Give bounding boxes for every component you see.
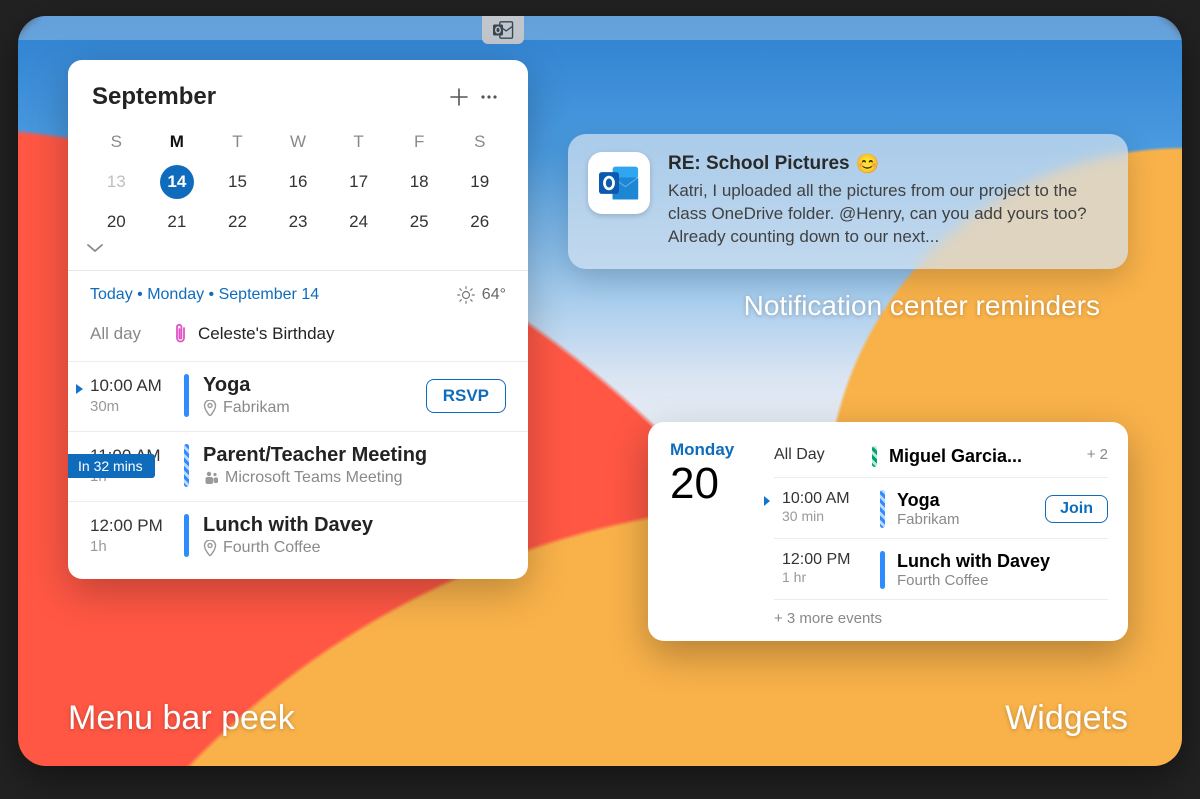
calendar-day[interactable]: 22 (207, 202, 268, 242)
plus-icon (449, 87, 469, 107)
smile-emoji-icon: 😊 (856, 152, 880, 176)
calendar-peek-panel: September SMTWTFS 1314151617181920212223… (68, 60, 528, 579)
widget-event-duration: 30 min (782, 508, 868, 524)
next-event-countdown: In 32 mins (68, 454, 155, 478)
calendar-dow: T (328, 122, 389, 162)
calendar-day[interactable]: 24 (328, 202, 389, 242)
ellipsis-icon (479, 87, 499, 107)
event-subtitle: Fabrikam (203, 399, 426, 417)
calendar-day[interactable]: 25 (389, 202, 450, 242)
calendar-widget[interactable]: Monday 20 All Day Miguel Garcia... + 2 10:0… (648, 422, 1128, 641)
widget-event-title: Miguel Garcia... (889, 446, 1075, 467)
sun-icon (456, 285, 476, 305)
widget-allday-label: All Day (774, 446, 860, 464)
calendar-dow: F (389, 122, 450, 162)
notification-title: RE: School Pictures (668, 153, 850, 175)
event-duration: 30m (90, 398, 184, 415)
widget-more-events[interactable]: + 3 more events (774, 599, 1108, 627)
calendar-day[interactable]: 21 (147, 202, 208, 242)
summary-date: Today • Monday • September 14 (90, 286, 319, 304)
calendar-day[interactable]: 17 (328, 162, 389, 202)
calendar-dow: S (449, 122, 510, 162)
widget-day-of-week: Monday (670, 440, 756, 460)
widget-event-subtitle: Fourth Coffee (897, 572, 1108, 589)
calendar-day[interactable]: 19 (449, 162, 510, 202)
widget-allday-more[interactable]: + 2 (1087, 446, 1108, 463)
event-duration: 1h (90, 538, 184, 555)
current-time-indicator-icon (76, 384, 83, 394)
event-time: 10:00 AM (90, 376, 184, 396)
location-icon (203, 540, 217, 556)
event-subtitle: Fourth Coffee (203, 539, 506, 557)
teams-icon (203, 471, 219, 485)
chevron-down-icon (86, 242, 104, 254)
widget-allday-row[interactable]: All Day Miguel Garcia... + 2 (774, 440, 1108, 477)
widget-event-subtitle: Fabrikam (897, 511, 1033, 528)
calendar-day[interactable]: 20 (86, 202, 147, 242)
event-time: 12:00 PM (90, 516, 184, 536)
menu-bar (18, 16, 1182, 40)
notification-body: Katri, I uploaded all the pictures from … (668, 180, 1106, 249)
widget-event-time: 12:00 PM (782, 551, 868, 569)
event-color-bar (184, 444, 189, 487)
current-time-indicator-icon (764, 496, 770, 506)
event-title: Yoga (203, 374, 426, 397)
allday-label: All day (90, 324, 174, 344)
mini-calendar: SMTWTFS 1314151617181920212223242526 (68, 122, 528, 270)
allday-event-title[interactable]: Celeste's Birthday (198, 324, 334, 344)
expand-calendar-button[interactable] (86, 242, 510, 264)
caption-menu-bar-peek: Menu bar peek (68, 699, 295, 738)
weather[interactable]: 64° (456, 285, 506, 305)
widget-event-row[interactable]: 12:00 PM1 hr Lunch with DaveyFourth Coffe… (774, 538, 1108, 599)
peek-month-title: September (92, 83, 444, 111)
event-title: Lunch with Davey (203, 514, 506, 537)
outlook-icon (597, 163, 641, 203)
calendar-day[interactable]: 26 (449, 202, 510, 242)
widget-event-row[interactable]: 10:00 AM30 min YogaFabrikam Join (774, 477, 1108, 538)
location-icon (203, 400, 217, 416)
calendar-dow: W (268, 122, 329, 162)
agenda-event[interactable]: 10:00 AM 30m Yoga FabrikamRSVP (68, 361, 528, 431)
weather-temp: 64° (482, 286, 506, 304)
more-options-button[interactable] (474, 82, 504, 112)
caption-notification: Notification center reminders (744, 290, 1100, 322)
calendar-day[interactable]: 16 (268, 162, 329, 202)
event-subtitle: Microsoft Teams Meeting (203, 469, 506, 487)
rsvp-button[interactable]: RSVP (426, 379, 506, 413)
join-button[interactable]: Join (1045, 495, 1108, 523)
agenda-event[interactable]: 12:00 PM 1h Lunch with Davey Fourth Coffee (68, 501, 528, 579)
notification-card[interactable]: RE: School Pictures 😊 Katri, I uploaded … (568, 134, 1128, 269)
desktop-canvas: Menu bar peek Widgets Notification cente… (18, 16, 1182, 766)
event-color-bar (872, 446, 877, 467)
calendar-dow: T (207, 122, 268, 162)
calendar-day[interactable]: 18 (389, 162, 450, 202)
calendar-day[interactable]: 13 (86, 162, 147, 202)
event-title: Parent/Teacher Meeting (203, 444, 506, 467)
event-color-bar (184, 514, 189, 557)
event-color-bar (184, 374, 189, 417)
menubar-outlook-app[interactable] (482, 16, 524, 44)
calendar-dow: M (147, 122, 208, 162)
attachment-icon (174, 323, 188, 345)
widget-event-title: Yoga (897, 490, 1033, 511)
widget-event-title: Lunch with Davey (897, 551, 1108, 572)
add-event-button[interactable] (444, 82, 474, 112)
calendar-day[interactable]: 23 (268, 202, 329, 242)
calendar-day[interactable]: 15 (207, 162, 268, 202)
widget-day-number: 20 (670, 462, 756, 506)
event-color-bar (880, 490, 885, 528)
caption-widgets: Widgets (1005, 699, 1128, 738)
widget-event-duration: 1 hr (782, 569, 868, 585)
event-color-bar (880, 551, 885, 589)
widget-event-time: 10:00 AM (782, 490, 868, 508)
outlook-icon (492, 20, 514, 40)
calendar-day[interactable]: 14 (147, 162, 208, 202)
notification-app-icon (588, 152, 650, 214)
calendar-dow: S (86, 122, 147, 162)
